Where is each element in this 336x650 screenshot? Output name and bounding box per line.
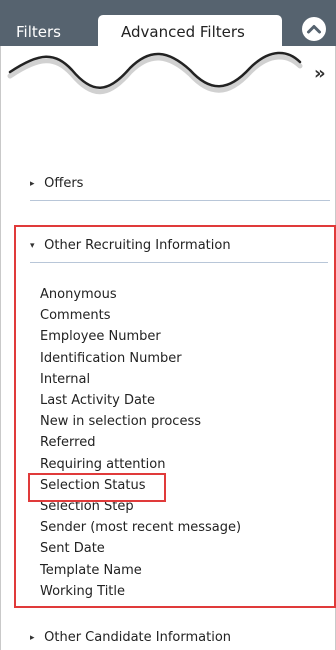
section-other-recruiting-label: Other Recruiting Information — [44, 238, 231, 253]
list-item[interactable]: Working Title — [40, 581, 241, 602]
list-item[interactable]: Employee Number — [40, 326, 241, 347]
section-offers-label: Offers — [44, 176, 84, 191]
caret-right-icon: ▸ — [30, 633, 35, 643]
caret-down-icon: ▾ — [30, 241, 35, 251]
list-item[interactable]: Anonymous — [40, 284, 241, 305]
recruiting-field-list: Anonymous Comments Employee Number Ident… — [40, 284, 241, 602]
caret-right-icon: ▸ — [30, 179, 35, 189]
section-other-candidate[interactable]: ▸ Other Candidate Information — [30, 628, 231, 648]
list-item[interactable]: Requiring attention — [40, 454, 241, 475]
double-chevron-right-icon[interactable]: » — [314, 64, 326, 84]
torn-edge-graphic — [7, 51, 303, 95]
list-item[interactable]: Identification Number — [40, 348, 241, 369]
list-item[interactable]: Internal — [40, 369, 241, 390]
list-item[interactable]: Sent Date — [40, 538, 241, 559]
chevron-up-icon — [307, 25, 321, 34]
highlight-item-box — [28, 473, 166, 502]
section-other-candidate-label: Other Candidate Information — [44, 630, 232, 645]
list-item[interactable]: Sender (most recent message) — [40, 517, 241, 538]
section-offers[interactable]: ▸ Offers — [30, 174, 83, 194]
tab-filters[interactable]: Filters — [16, 22, 61, 42]
section-other-recruiting[interactable]: ▾ Other Recruiting Information — [30, 236, 231, 256]
collapse-panel-button[interactable] — [302, 17, 326, 41]
list-item[interactable]: Last Activity Date — [40, 390, 241, 411]
list-item[interactable]: Referred — [40, 432, 241, 453]
list-item[interactable]: New in selection process — [40, 411, 241, 432]
section-divider — [30, 262, 328, 263]
tab-advanced-filters-label: Advanced Filters — [121, 23, 245, 41]
list-item[interactable]: Comments — [40, 305, 241, 326]
section-divider — [30, 200, 330, 201]
list-item[interactable]: Template Name — [40, 560, 241, 581]
filter-panel-header: Filters Advanced Filters — [0, 0, 336, 51]
